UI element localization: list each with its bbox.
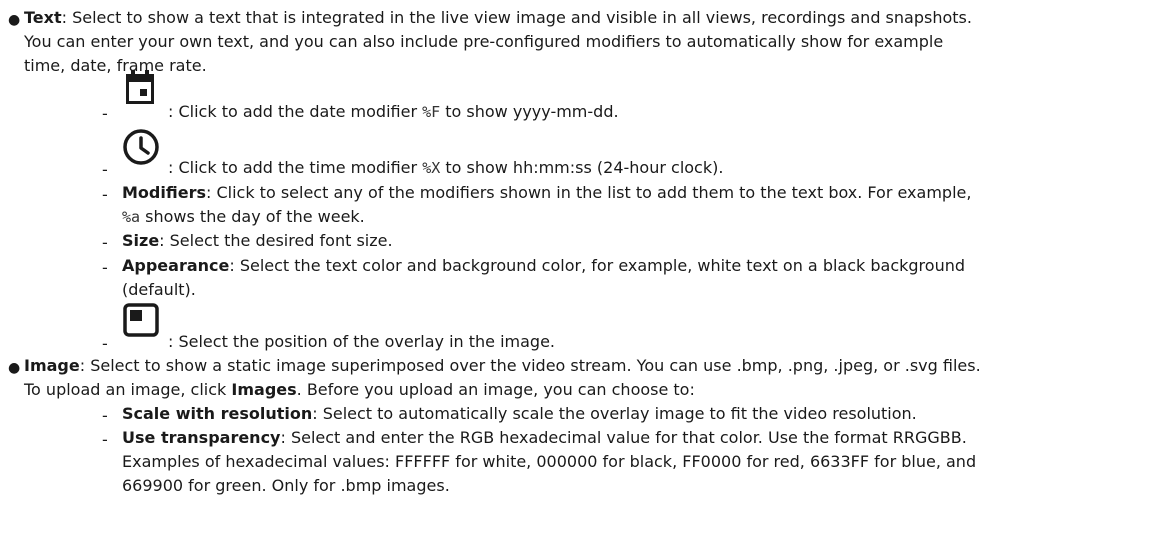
dash: - <box>102 334 108 353</box>
time-modifier-text: : Click to add the time modifier %X to s… <box>168 156 723 180</box>
dash: - <box>102 406 108 425</box>
transparency-line1: Use transparency: Select and enter the R… <box>122 426 967 450</box>
text-item-desc: : Select to show a text that is integrat… <box>61 8 972 27</box>
dash: - <box>102 104 108 123</box>
appearance-label: Appearance <box>122 256 230 275</box>
size-line: Size: Select the desired font size. <box>122 229 393 253</box>
dash: - <box>102 233 108 252</box>
scale-line: Scale with resolution: Select to automat… <box>122 402 917 426</box>
dash: - <box>102 185 108 204</box>
clock-icon[interactable] <box>122 128 160 170</box>
date-text-before: : Click to add the date modifier <box>168 102 423 121</box>
appearance-line1: Appearance: Select the text color and ba… <box>122 254 965 278</box>
modifiers-line2: %a shows the day of the week. <box>122 205 365 229</box>
bullet: ● <box>8 12 21 28</box>
text-item-line2: You can enter your own text, and you can… <box>24 32 944 51</box>
date-text-after: to show yyyy-mm-dd. <box>440 102 619 121</box>
text-item-line3: time, date, frame rate. <box>24 56 207 75</box>
dash: - <box>102 160 108 179</box>
image-line2-before: To upload an image, click <box>24 380 232 399</box>
modifiers-code: %a <box>122 208 141 226</box>
bullet: ● <box>8 360 21 376</box>
date-code: %F <box>422 103 441 121</box>
size-desc: : Select the desired font size. <box>159 231 393 250</box>
modifiers-line1: Modifiers: Click to select any of the mo… <box>122 181 971 205</box>
text-label: Text <box>24 8 62 27</box>
document: ● Text: Select to show a text that is in… <box>0 0 1153 548</box>
dash: - <box>102 430 108 449</box>
position-icon[interactable] <box>122 302 160 342</box>
date-modifier-text: : Click to add the date modifier %F to s… <box>168 100 619 124</box>
transparency-label: Use transparency <box>122 428 281 447</box>
text-item-line1: Text: Select to show a text that is inte… <box>24 6 1149 30</box>
image-line2-after: . Before you upload an image, you can ch… <box>296 380 695 399</box>
modifiers-desc: : Click to select any of the modifiers s… <box>205 183 972 202</box>
time-text-after: to show hh:mm:ss (24-hour clock). <box>440 158 724 177</box>
dash: - <box>102 258 108 277</box>
scale-label: Scale with resolution <box>122 404 313 423</box>
appearance-desc: : Select the text color and background c… <box>229 256 966 275</box>
calendar-icon[interactable] <box>122 70 158 110</box>
appearance-line2: (default). <box>122 280 196 299</box>
image-item-line1: Image: Select to show a static image sup… <box>24 354 1149 378</box>
modifiers-desc-2: shows the day of the week. <box>140 207 365 226</box>
size-label: Size <box>122 231 160 250</box>
image-label: Image <box>24 356 80 375</box>
transparency-line3: 669900 for green. Only for .bmp images. <box>122 476 450 495</box>
transparency-desc: : Select and enter the RGB hexadecimal v… <box>280 428 967 447</box>
image-item-line2: To upload an image, click Images. Before… <box>24 378 1149 402</box>
image-item-desc: : Select to show a static image superimp… <box>79 356 981 375</box>
scale-desc: : Select to automatically scale the over… <box>312 404 917 423</box>
time-code: %X <box>422 159 441 177</box>
position-text: : Select the position of the overlay in … <box>168 332 555 351</box>
time-text-before: : Click to add the time modifier <box>168 158 423 177</box>
images-bold: Images <box>231 380 297 399</box>
modifiers-label: Modifiers <box>122 183 206 202</box>
transparency-line2: Examples of hexadecimal values: FFFFFF f… <box>122 452 977 471</box>
